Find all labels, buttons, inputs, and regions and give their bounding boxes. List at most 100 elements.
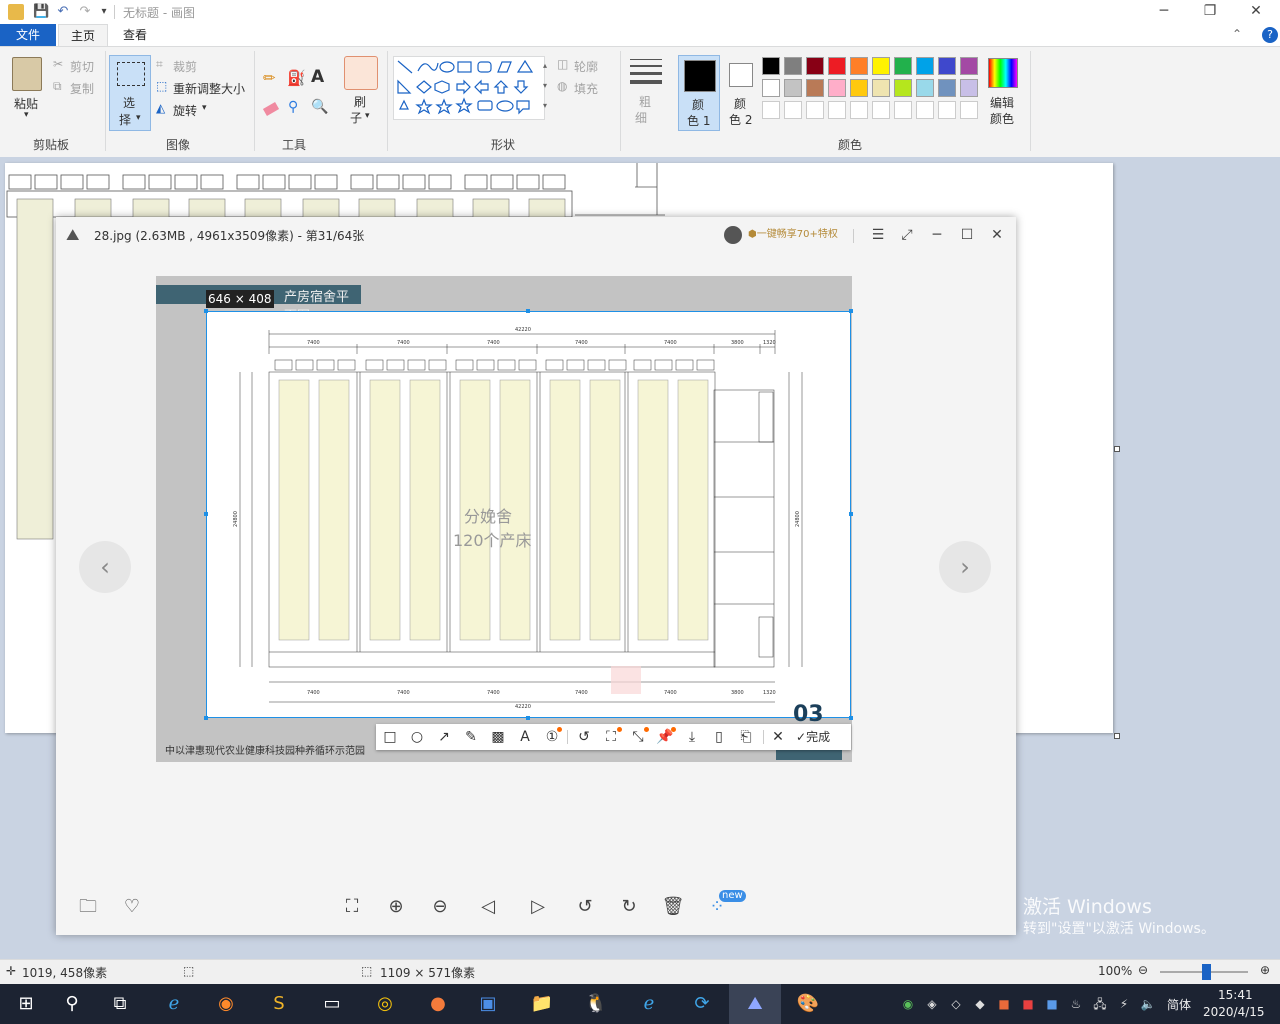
palette-custom-swatch[interactable] [850, 101, 868, 119]
fill-button[interactable]: 填充 [574, 80, 598, 97]
zoom-out-button[interactable]: ⊖ [1138, 963, 1148, 977]
selection-handle[interactable] [204, 309, 208, 313]
selection-handle[interactable] [526, 716, 530, 720]
palette-color-swatch[interactable] [806, 57, 824, 75]
file-explorer-icon[interactable]: 📁 [516, 984, 568, 1024]
zoom-in-button[interactable]: ⊕ [1260, 963, 1270, 977]
paint-taskbar-icon[interactable]: 🎨 [782, 984, 834, 1024]
palette-color-swatch[interactable] [784, 57, 802, 75]
selection-handle[interactable] [849, 716, 853, 720]
ellipse-tool-icon[interactable]: ○ [407, 728, 427, 746]
terminal-icon[interactable]: ▭ [306, 984, 358, 1024]
minimize-button[interactable]: ─ [1141, 0, 1187, 24]
color2-label-1[interactable]: 颜 [734, 95, 746, 112]
edit-colors-label-2[interactable]: 颜色 [990, 110, 1014, 127]
fill-icon[interactable]: ◍ [557, 79, 567, 93]
screenshot-app-icon[interactable]: ⟳ [676, 984, 728, 1024]
rotate-button[interactable]: 旋转 [173, 102, 197, 119]
tab-home[interactable]: 主页 [58, 24, 109, 46]
start-button[interactable]: ⊞ [0, 984, 52, 1024]
palette-color-swatch[interactable] [938, 79, 956, 97]
palette-color-swatch[interactable] [960, 57, 978, 75]
edit-colors-icon[interactable] [988, 58, 1018, 88]
palette-color-swatch[interactable] [828, 57, 846, 75]
resize-icon[interactable]: ⬚ [156, 79, 167, 93]
palette-color-swatch[interactable] [916, 79, 934, 97]
selection-handle[interactable] [849, 512, 853, 516]
viewer-menu-icon[interactable]: ☰ [865, 225, 891, 245]
download-icon[interactable]: ⤓ [682, 728, 702, 746]
palette-color-swatch[interactable] [806, 79, 824, 97]
color2-swatch[interactable] [729, 63, 753, 87]
image-viewer-taskbar-icon[interactable]: ⛰ [729, 984, 781, 1024]
tray-icon[interactable]: ■ [996, 996, 1012, 1012]
viewer-maximize-icon[interactable]: ☐ [954, 225, 980, 245]
done-button[interactable]: ✓完成 [796, 728, 830, 746]
text-tool-icon[interactable]: A [515, 728, 535, 746]
palette-color-swatch[interactable] [894, 79, 912, 97]
save-icon[interactable]: 💾 [33, 4, 49, 20]
zoom-out-icon[interactable]: ⊖ [426, 893, 454, 921]
palette-custom-swatch[interactable] [762, 101, 780, 119]
open-folder-icon[interactable]: 🗀 [74, 893, 102, 921]
crop-icon[interactable]: ⌗ [156, 57, 163, 72]
qq-icon[interactable]: 🐧 [570, 984, 622, 1024]
power-icon[interactable]: ⚡ [1116, 996, 1132, 1012]
palette-custom-swatch[interactable] [916, 101, 934, 119]
select-button[interactable]: 选 择 ▾ [109, 55, 151, 131]
vip-banner[interactable]: ⬢一键畅享70+特权 [748, 225, 838, 245]
palette-color-swatch[interactable] [850, 57, 868, 75]
bookmark-icon[interactable]: ⎗ [736, 728, 756, 746]
undo-tool-icon[interactable]: ↺ [574, 728, 594, 746]
undo-icon[interactable]: ↶ [55, 4, 71, 20]
delete-icon[interactable]: 🗑 [659, 893, 687, 921]
rotate-dropdown-icon[interactable]: ▾ [202, 103, 207, 113]
paste-dropdown-icon[interactable]: ▾ [24, 110, 29, 120]
palette-color-swatch[interactable] [762, 79, 780, 97]
fill-bucket-icon[interactable]: ⛽ [287, 69, 306, 87]
palette-color-swatch[interactable] [784, 79, 802, 97]
rotate-right-icon[interactable]: ↻ [615, 893, 643, 921]
quick-access-dropdown-icon[interactable]: ▾ [96, 4, 112, 20]
previous-image-button[interactable]: ‹ [79, 541, 131, 593]
palette-custom-swatch[interactable] [938, 101, 956, 119]
arrow-tool-icon[interactable]: ↗ [434, 728, 454, 746]
palette-custom-swatch[interactable] [784, 101, 802, 119]
clock-time[interactable]: 15:41 [1218, 988, 1253, 1002]
selection-handle[interactable] [204, 716, 208, 720]
copy-icon[interactable]: ⧉ [53, 79, 62, 94]
viewer-fullscreen-icon[interactable]: ⤢ [894, 225, 920, 245]
color2-label-2[interactable]: 色 2 [729, 111, 752, 128]
magnifier-icon[interactable]: 🔍 [311, 99, 328, 115]
screenshot-selection[interactable]: 42220 7400 7400 7400 7400 7400 3800 1320… [206, 311, 851, 718]
palette-color-swatch[interactable] [894, 57, 912, 75]
next-page-icon[interactable]: ▷ [524, 893, 552, 921]
palette-color-swatch[interactable] [828, 79, 846, 97]
outline-icon[interactable]: ◫ [557, 57, 568, 71]
viewer-close-icon[interactable]: ✕ [984, 225, 1010, 245]
edit-colors-label-1[interactable]: 编辑 [990, 94, 1014, 111]
prev-page-icon[interactable]: ◁ [474, 893, 502, 921]
avatar[interactable] [724, 226, 742, 244]
ime-indicator[interactable]: 简体 [1167, 996, 1191, 1013]
firefox-icon[interactable]: ◉ [200, 984, 252, 1024]
ie-icon[interactable]: ℯ [148, 984, 200, 1024]
size-label-2[interactable]: 细 [635, 109, 647, 126]
resize-button[interactable]: 重新调整大小 [173, 80, 245, 97]
redo-icon[interactable]: ↷ [77, 4, 93, 20]
palette-custom-swatch[interactable] [872, 101, 890, 119]
collapse-ribbon-icon[interactable]: ⌃ [1232, 27, 1242, 41]
sublime-icon[interactable]: S [253, 984, 305, 1024]
size-label-1[interactable]: 粗 [639, 93, 651, 110]
outline-button[interactable]: 轮廓 [574, 58, 598, 75]
shapes-gallery[interactable] [393, 56, 545, 120]
chrome-icon[interactable]: ◎ [359, 984, 411, 1024]
palette-custom-swatch[interactable] [894, 101, 912, 119]
canvas-resize-handle-right[interactable] [1114, 446, 1120, 452]
brush-dropdown-icon[interactable]: ▾ [365, 111, 370, 121]
palette-color-swatch[interactable] [872, 79, 890, 97]
phone-send-icon[interactable]: ▯ [709, 728, 729, 746]
color1-button[interactable]: 颜 色 1 [678, 55, 720, 131]
selection-handle[interactable] [849, 309, 853, 313]
wechat-icon[interactable]: ◉ [900, 996, 916, 1012]
